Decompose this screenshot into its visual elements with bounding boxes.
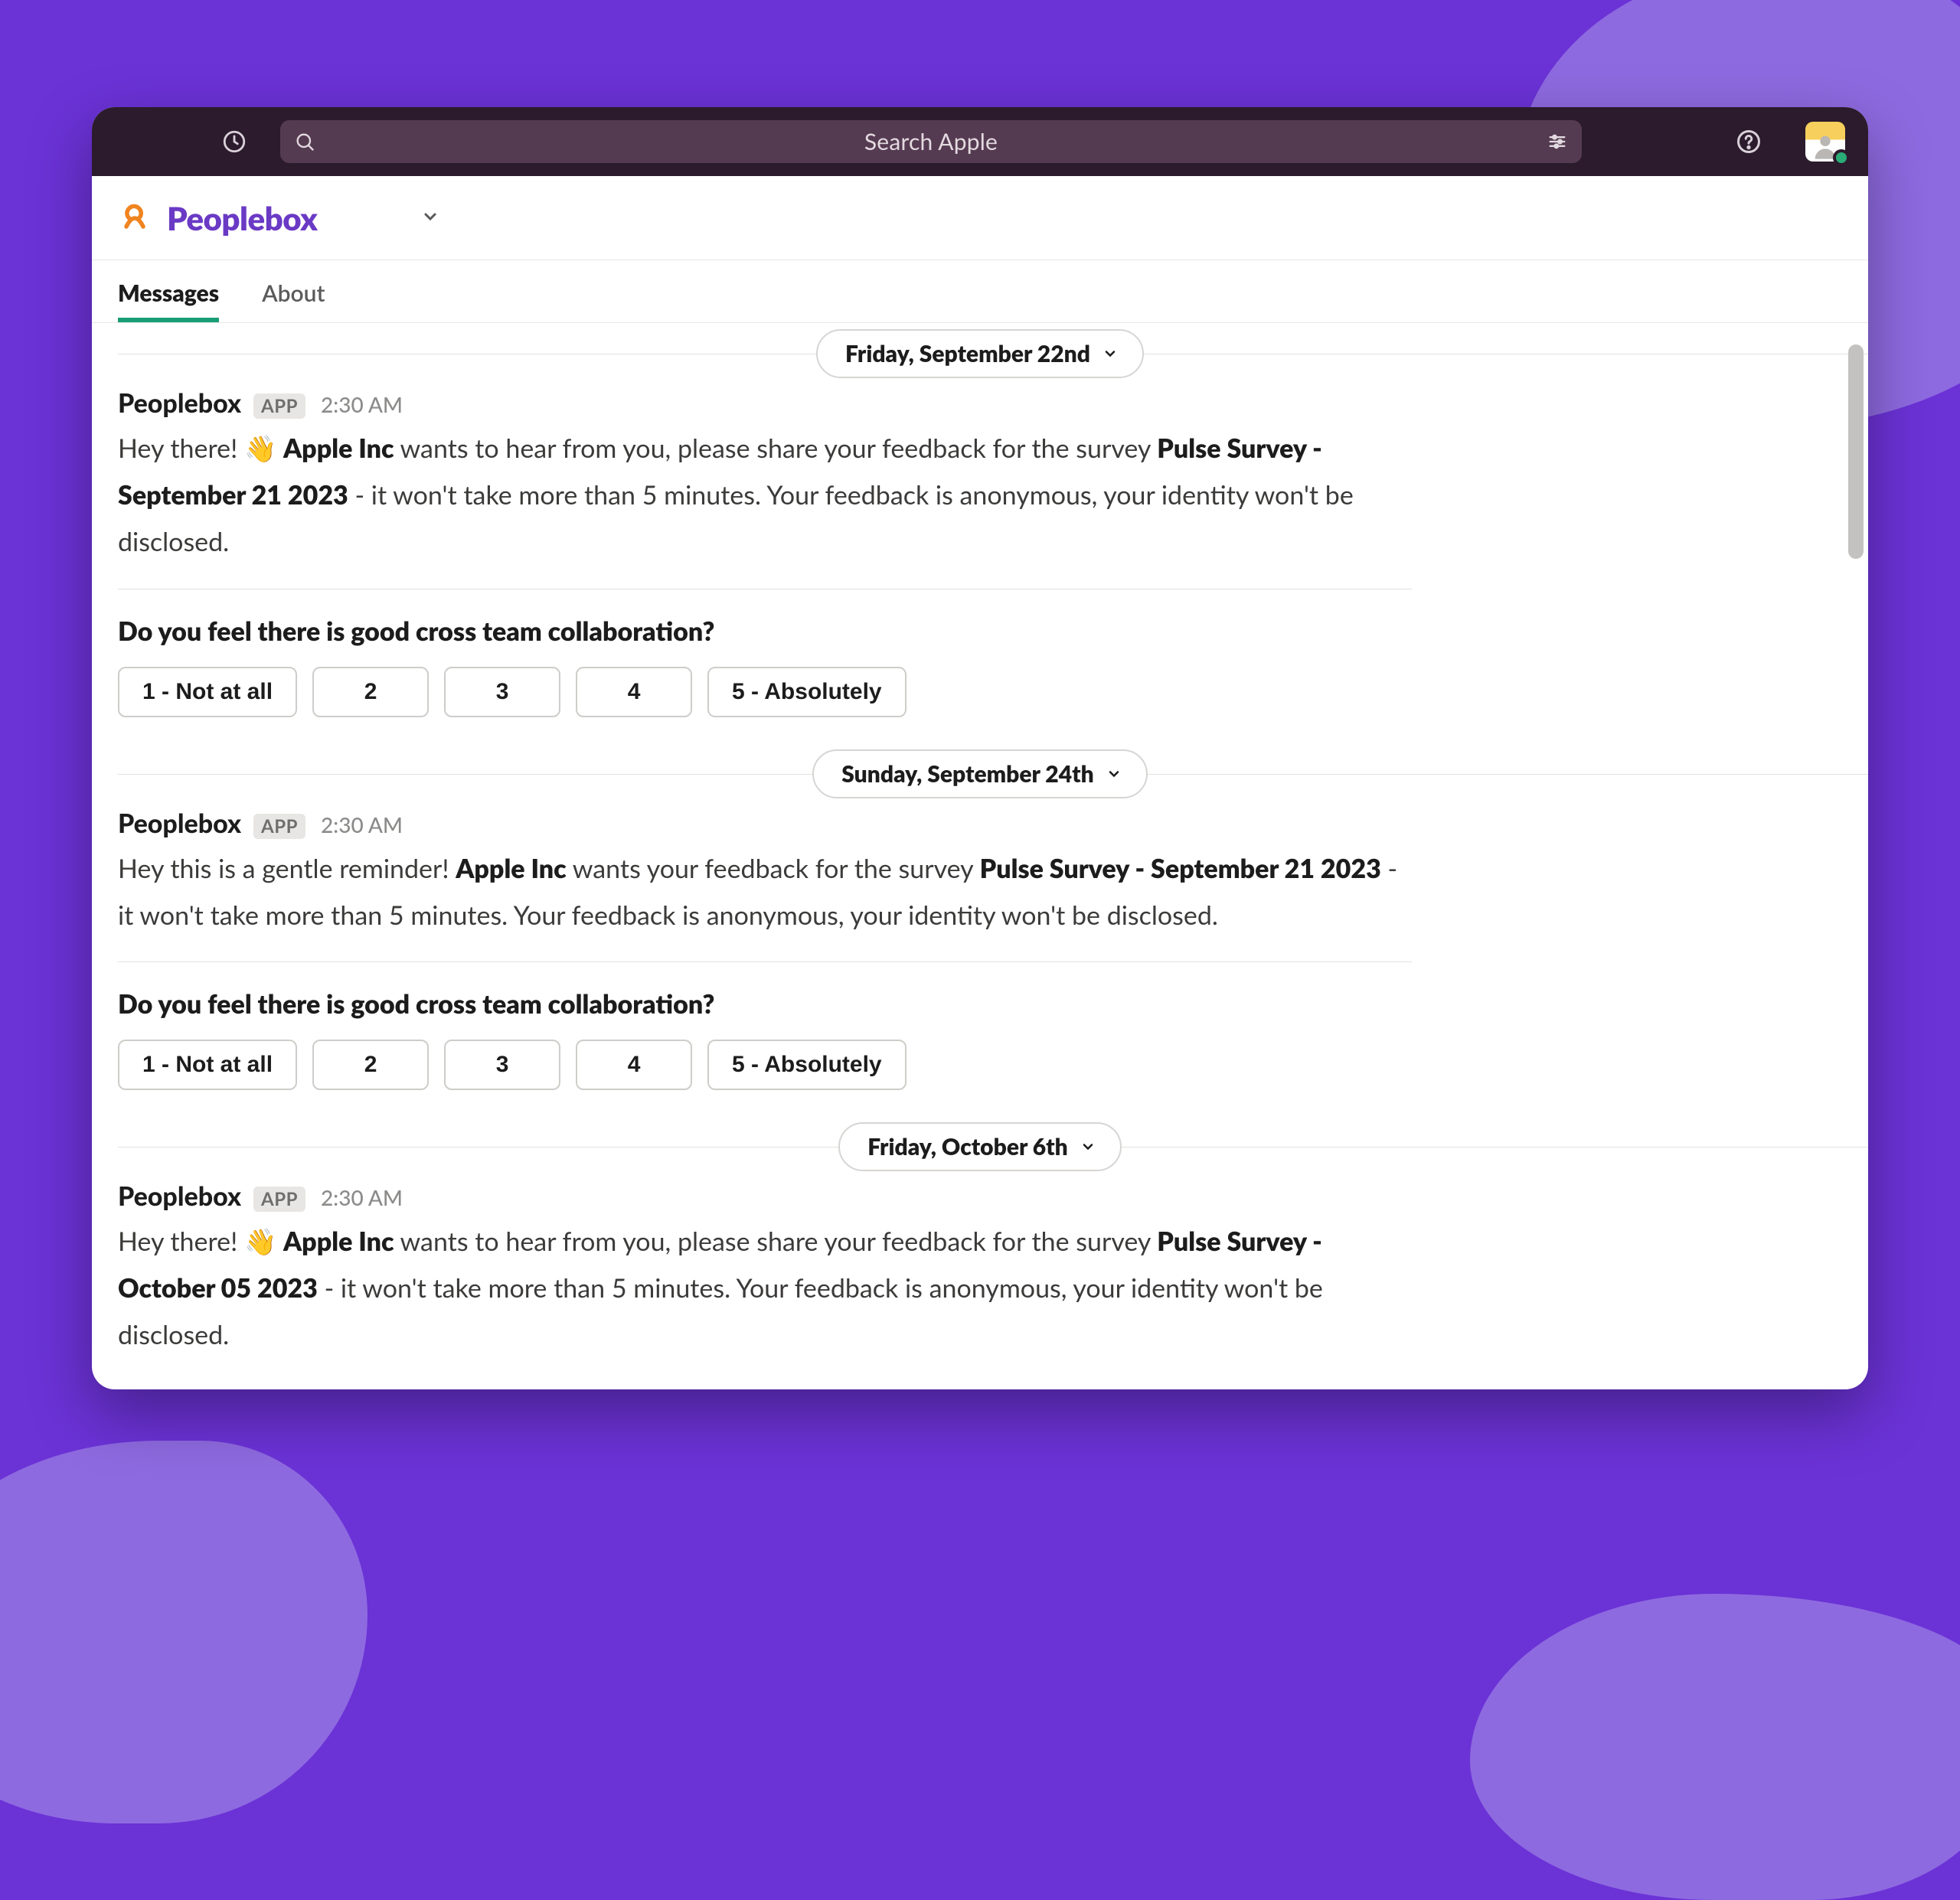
date-label: Friday, September 22nd <box>845 340 1090 367</box>
message: Peoplebox APP 2:30 AM Hey there! 👋 Apple… <box>92 387 1868 717</box>
rating-option-5[interactable]: 5 - Absolutely <box>707 667 906 717</box>
wave-icon: 👋 <box>244 1226 283 1257</box>
date-divider: Sunday, September 24th <box>92 743 1868 805</box>
bg-blob <box>1470 1594 1960 1900</box>
rating-option-1[interactable]: 1 - Not at all <box>118 1040 297 1090</box>
channel-title: Peoplebox <box>167 199 317 237</box>
tab-about[interactable]: About <box>262 279 325 322</box>
message: Peoplebox APP 2:30 AM Hey there! 👋 Apple… <box>92 1180 1868 1374</box>
message: Peoplebox APP 2:30 AM Hey this is a gent… <box>92 808 1868 1090</box>
question-text: Do you feel there is good cross team col… <box>118 615 1412 647</box>
wave-icon: 👋 <box>244 433 283 464</box>
help-icon <box>1735 128 1762 155</box>
slack-window: Search Apple Peoplebox Messages About <box>92 107 1868 1389</box>
date-chip[interactable]: Friday, October 6th <box>838 1122 1122 1171</box>
rating-option-3[interactable]: 3 <box>444 1040 560 1090</box>
survey-question: Do you feel there is good cross team col… <box>118 589 1412 717</box>
rating-option-5[interactable]: 5 - Absolutely <box>707 1040 906 1090</box>
filter-icon[interactable] <box>1547 131 1568 152</box>
user-avatar[interactable] <box>1805 122 1845 162</box>
chevron-down-icon <box>1080 1139 1096 1154</box>
help-button[interactable] <box>1733 126 1764 157</box>
channel-header: Peoplebox <box>92 176 1868 260</box>
titlebar: Search Apple <box>92 107 1868 176</box>
rating-option-3[interactable]: 3 <box>444 667 560 717</box>
rating-options: 1 - Not at all 2 3 4 5 - Absolutely <box>118 667 1412 717</box>
tabs: Messages About <box>92 260 1868 323</box>
message-time: 2:30 AM <box>321 391 403 417</box>
date-divider: Friday, September 22nd <box>92 323 1868 384</box>
date-chip[interactable]: Friday, September 22nd <box>816 329 1144 378</box>
rating-options: 1 - Not at all 2 3 4 5 - Absolutely <box>118 1040 1412 1090</box>
rating-option-4[interactable]: 4 <box>576 667 692 717</box>
date-label: Sunday, September 24th <box>841 760 1093 788</box>
message-author[interactable]: Peoplebox <box>118 808 241 839</box>
search-placeholder: Search Apple <box>326 128 1536 155</box>
message-body: Hey there! 👋 Apple Inc wants to hear fro… <box>118 1212 1412 1359</box>
rating-option-2[interactable]: 2 <box>312 667 429 717</box>
history-button[interactable] <box>214 122 254 162</box>
chevron-down-icon <box>421 207 439 226</box>
date-label: Friday, October 6th <box>867 1133 1068 1161</box>
peoplebox-logo-icon <box>118 201 152 235</box>
presence-active-icon <box>1833 149 1850 166</box>
clock-icon <box>221 129 247 155</box>
search-input[interactable]: Search Apple <box>280 120 1582 163</box>
bg-blob <box>0 1441 368 1823</box>
message-author[interactable]: Peoplebox <box>118 1180 241 1212</box>
message-time: 2:30 AM <box>321 811 403 837</box>
app-badge: APP <box>253 393 305 419</box>
search-icon <box>294 131 315 152</box>
message-body: Hey this is a gentle reminder! Apple Inc… <box>118 839 1412 939</box>
date-chip[interactable]: Sunday, September 24th <box>812 749 1147 798</box>
message-time: 2:30 AM <box>321 1184 403 1210</box>
survey-question: Do you feel there is good cross team col… <box>118 961 1412 1090</box>
rating-option-1[interactable]: 1 - Not at all <box>118 667 297 717</box>
app-badge: APP <box>253 814 305 839</box>
message-author[interactable]: Peoplebox <box>118 387 241 419</box>
tab-messages[interactable]: Messages <box>118 279 219 322</box>
chevron-down-icon <box>1102 346 1118 361</box>
scrollbar-thumb[interactable] <box>1848 344 1864 559</box>
question-text: Do you feel there is good cross team col… <box>118 988 1412 1020</box>
channel-menu-button[interactable] <box>421 207 439 229</box>
rating-option-2[interactable]: 2 <box>312 1040 429 1090</box>
chevron-down-icon <box>1106 766 1122 782</box>
date-divider: Friday, October 6th <box>92 1116 1868 1177</box>
message-list: Friday, September 22nd Peoplebox APP 2:3… <box>92 323 1868 1389</box>
rating-option-4[interactable]: 4 <box>576 1040 692 1090</box>
app-badge: APP <box>253 1187 305 1212</box>
message-body: Hey there! 👋 Apple Inc wants to hear fro… <box>118 419 1412 566</box>
